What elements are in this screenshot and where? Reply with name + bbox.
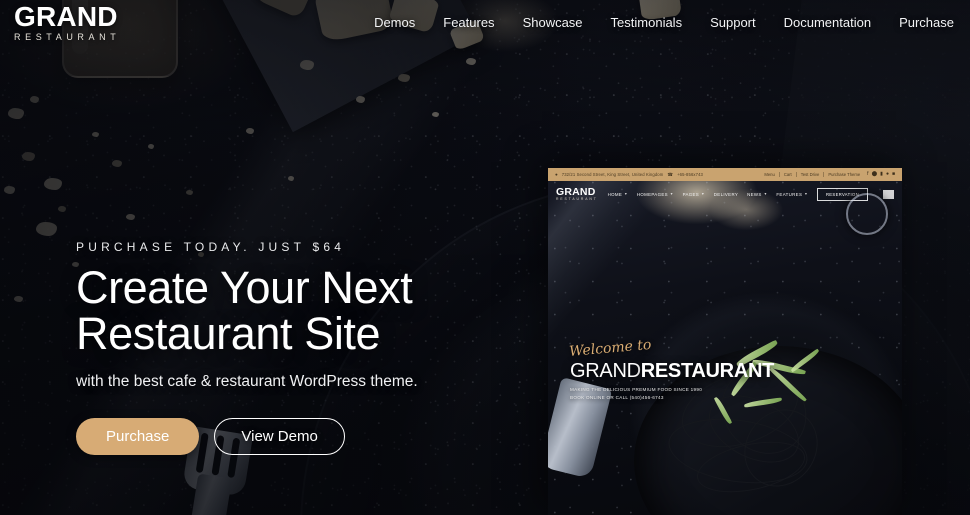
divider — [795, 172, 797, 177]
nav-item-documentation[interactable]: Documentation — [784, 15, 871, 30]
location-pin-icon: ● — [555, 172, 558, 177]
hero-headline-line-1: Create Your Next — [76, 262, 413, 313]
hero-eyebrow: PURCHASE TODAY. JUST $64 — [76, 240, 346, 254]
instagram-icon[interactable]: ■ — [892, 172, 895, 177]
preview-social-links: f ⬤ ▮ ● ■ — [867, 172, 895, 177]
preview-menu-label: FEATURES — [776, 191, 803, 197]
preview-topbar-link-test-drive[interactable]: Test Drive — [801, 172, 820, 177]
preview-menu-item-home[interactable]: HOME ▼ — [608, 192, 628, 197]
preview-menu-label: DELIVERY — [713, 191, 739, 197]
main-navigation: Demos Features Showcase Testimonials Sup… — [374, 15, 954, 30]
preview-menu-label: HOMEPAGES — [636, 191, 668, 197]
nav-item-testimonials[interactable]: Testimonials — [611, 15, 683, 30]
hero-subline: with the best cafe & restaurant WordPres… — [76, 372, 418, 390]
nav-item-features[interactable]: Features — [443, 15, 494, 30]
preview-hero-title-bold: RESTAURANT — [640, 360, 775, 382]
hero-cta-row: Purchase View Demo — [76, 417, 546, 455]
preview-menu-item-pages[interactable]: PAGES ▼ — [683, 192, 705, 197]
chevron-down-icon: ▼ — [624, 192, 628, 196]
youtube-icon[interactable]: ▮ — [880, 172, 883, 177]
phone-icon: ☎ — [667, 171, 674, 177]
preview-menu-item-homepages[interactable]: HOMEPAGES ▼ — [637, 192, 674, 197]
preview-hero: Welcome to GRANDRESTAURANT MAKING THE DE… — [569, 337, 775, 402]
preview-address: 732/21 Second Street, King Street, Unite… — [561, 172, 664, 177]
plate-ring-decoration — [846, 193, 888, 235]
preview-menu-item-news[interactable]: NEWS ▼ — [747, 192, 767, 197]
divider — [778, 172, 780, 177]
chevron-down-icon: ▼ — [701, 192, 705, 196]
facebook-icon[interactable]: f — [867, 172, 868, 177]
site-header: GRAND RESTAURANT Demos Features Showcase… — [0, 0, 970, 44]
divider — [823, 172, 825, 177]
chevron-down-icon: ▼ — [763, 192, 768, 196]
twitter-icon[interactable]: ⬤ — [872, 172, 878, 177]
chevron-down-icon: ▼ — [669, 192, 674, 196]
view-demo-button[interactable]: View Demo — [214, 417, 345, 455]
preview-logo-main: GRAND — [556, 185, 596, 198]
preview-phone: +65-856x743 — [677, 172, 703, 177]
logo-main-text: GRAND — [14, 0, 118, 32]
preview-topbar-contact: ● 732/21 Second Street, King Street, Uni… — [555, 172, 703, 178]
preview-hero-title-thin: GRAND — [570, 360, 641, 382]
preview-logo-sub: RESTAURANT — [556, 197, 598, 202]
hamburger-menu-icon[interactable] — [883, 189, 894, 199]
preview-topbar-links: Menu Cart Test Drive Purchase Theme f ⬤ … — [764, 172, 895, 177]
logo-sub-text: RESTAURANT — [14, 31, 121, 42]
preview-topbar: ● 732/21 Second Street, King Street, Uni… — [548, 168, 902, 181]
pinterest-icon[interactable]: ● — [886, 172, 889, 177]
preview-menu-label: HOME — [607, 191, 623, 197]
nav-item-purchase[interactable]: Purchase — [899, 15, 954, 30]
page-root: ● 732/21 Second Street, King Street, Uni… — [0, 0, 970, 515]
preview-hero-title: GRANDRESTAURANT — [570, 361, 774, 381]
nav-item-showcase[interactable]: Showcase — [523, 15, 583, 30]
preview-menu-label: NEWS — [747, 191, 762, 197]
preview-menu-item-features[interactable]: FEATURES ▼ — [776, 192, 808, 197]
preview-logo[interactable]: GRAND RESTAURANT — [556, 187, 598, 202]
site-logo[interactable]: GRAND RESTAURANT — [14, 0, 121, 42]
preview-hero-tagline-2: BOOK ONLINE OR CALL (540)456-6743 — [570, 394, 664, 400]
nav-item-demos[interactable]: Demos — [374, 15, 415, 30]
chevron-down-icon: ▼ — [804, 192, 808, 196]
hero-section: PURCHASE TODAY. JUST $64 Create Your Nex… — [76, 240, 546, 455]
preview-topbar-link-cart[interactable]: Cart — [784, 172, 792, 177]
purchase-button[interactable]: Purchase — [76, 417, 200, 455]
hero-headline: Create Your Next Restaurant Site — [76, 265, 546, 357]
preview-menu-item-delivery[interactable]: DELIVERY — [714, 192, 738, 197]
preview-topbar-link-menu[interactable]: Menu — [764, 172, 774, 177]
hero-headline-line-2: Restaurant Site — [76, 307, 381, 359]
preview-topbar-link-purchase-theme[interactable]: Purchase Theme — [828, 172, 860, 177]
preview-menu-label: PAGES — [682, 191, 700, 197]
nav-item-support[interactable]: Support — [710, 15, 756, 30]
preview-hero-tagline-1: MAKING THE DELICIOUS PREMIUM FOOD SINCE … — [570, 387, 703, 392]
